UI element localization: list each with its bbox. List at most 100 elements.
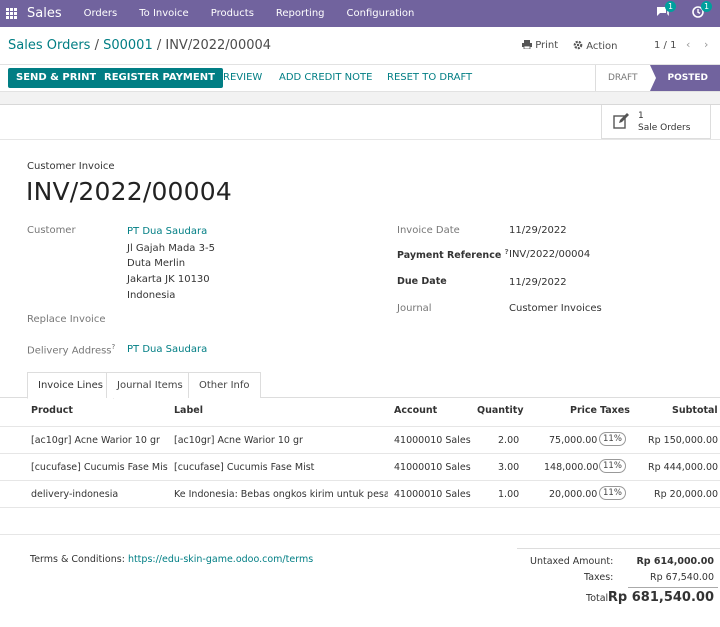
send-print-button[interactable]: SEND & PRINT xyxy=(8,68,105,88)
address-line: Jakarta JK 10130 xyxy=(127,274,210,285)
journal-label: Journal xyxy=(397,303,432,314)
row-label: [ac10gr] Acne Warior 10 gr xyxy=(174,435,303,446)
row-account: 41000010 Sales xyxy=(394,489,471,500)
payment-reference-label: Payment Reference ? xyxy=(397,248,509,262)
delivery-address-field[interactable]: PT Dua Saudara xyxy=(127,344,207,355)
untaxed-amount-label: Untaxed Amount: xyxy=(530,556,614,567)
chevron-right-icon[interactable]: › xyxy=(704,38,708,51)
activity-count-badge: 1 xyxy=(701,1,713,12)
col-product[interactable]: Product xyxy=(31,405,73,416)
row-subtotal: Rp 150,000.00 xyxy=(648,435,719,446)
control-panel: Sales Orders / S00001 / INV/2022/00004 P… xyxy=(0,27,720,65)
delivery-address-label: Delivery Address? xyxy=(27,343,116,357)
reset-to-draft-button[interactable]: RESET TO DRAFT xyxy=(379,68,480,88)
row-product: [ac10gr] Acne Warior 10 gr xyxy=(31,435,160,446)
breadcrumb-sep: / xyxy=(90,38,104,53)
address-line: Indonesia xyxy=(127,290,176,301)
sale-orders-smart-button[interactable]: 1 Sale Orders xyxy=(601,105,711,139)
document-type: Customer Invoice xyxy=(27,161,115,172)
table-row[interactable]: delivery-indonesia Ke Indonesia: Bebas o… xyxy=(0,480,720,507)
app-brand[interactable]: Sales xyxy=(27,6,62,21)
add-credit-note-button[interactable]: ADD CREDIT NOTE xyxy=(271,68,380,88)
preview-button[interactable]: PREVIEW xyxy=(209,68,270,88)
tax-badge: 11% xyxy=(599,432,626,446)
menu-reporting[interactable]: Reporting xyxy=(276,8,325,19)
row-quantity: 1.00 xyxy=(498,489,520,500)
table-divider xyxy=(0,534,720,535)
action-button[interactable]: Action xyxy=(573,40,618,52)
print-label: Print xyxy=(535,40,559,51)
breadcrumb-so[interactable]: S00001 xyxy=(103,38,153,53)
journal-field[interactable]: Customer Invoices xyxy=(509,303,602,314)
breadcrumb-sep: / xyxy=(152,38,166,53)
menu-to-invoice[interactable]: To Invoice xyxy=(139,8,188,19)
due-date-field[interactable]: 11/29/2022 xyxy=(509,277,567,288)
breadcrumb: Sales Orders / S00001 / INV/2022/00004 xyxy=(8,38,271,53)
due-date-label: Due Date xyxy=(397,276,447,287)
col-quantity[interactable]: Quantity xyxy=(477,405,524,416)
activity-button[interactable]: 1 xyxy=(692,1,713,21)
help-icon[interactable]: ? xyxy=(112,343,116,351)
col-taxes[interactable]: Taxes xyxy=(600,405,630,416)
breadcrumb-sales-orders[interactable]: Sales Orders xyxy=(8,38,90,53)
row-label: Ke Indonesia: Bebas ongkos kirim untuk p… xyxy=(174,489,388,500)
tab-journal-items[interactable]: Journal Items xyxy=(106,372,194,398)
invoice-date-label: Invoice Date xyxy=(397,225,460,236)
tab-invoice-lines[interactable]: Invoice Lines xyxy=(27,372,114,399)
row-label: [cucufase] Cucumis Fase Mist xyxy=(174,462,315,473)
replace-invoice-label: Replace Invoice xyxy=(27,314,106,325)
totals-divider xyxy=(517,548,720,549)
customer-field[interactable]: PT Dua Saudara xyxy=(127,226,207,237)
status-steps: DRAFT POSTED xyxy=(595,65,720,91)
breadcrumb-current: INV/2022/00004 xyxy=(165,38,272,53)
top-navbar: Sales Orders To Invoice Products Reporti… xyxy=(0,0,720,27)
row-account: 41000010 Sales xyxy=(394,435,471,446)
row-price: 20,000.00 xyxy=(549,489,598,500)
row-product: delivery-indonesia xyxy=(31,489,119,500)
row-product: [cucufase] Cucumis Fase Mist xyxy=(31,462,168,473)
payment-reference-field[interactable]: INV/2022/00004 xyxy=(509,249,590,260)
invoice-date-field[interactable]: 11/29/2022 xyxy=(509,225,567,236)
apps-menu-icon[interactable] xyxy=(6,7,18,20)
tax-badge: 11% xyxy=(599,459,626,473)
tab-other-info[interactable]: Other Info xyxy=(188,372,261,398)
menu-configuration[interactable]: Configuration xyxy=(347,8,415,19)
print-button[interactable]: Print xyxy=(522,40,558,51)
table-row[interactable]: [ac10gr] Acne Warior 10 gr [ac10gr] Acne… xyxy=(0,426,720,453)
row-account: 41000010 Sales xyxy=(394,462,471,473)
taxes-label: Taxes: xyxy=(584,572,614,583)
gear-icon xyxy=(573,40,583,50)
chat-button[interactable]: 1 xyxy=(656,1,677,21)
chevron-left-icon[interactable]: ‹ xyxy=(686,38,690,51)
total-value: Rp 681,540.00 xyxy=(607,590,714,605)
edit-document-icon xyxy=(613,113,629,129)
pager-value[interactable]: 1 / 1 xyxy=(654,40,676,51)
invoice-number: INV/2022/00004 xyxy=(26,177,232,206)
terms-label: Terms & Conditions: xyxy=(30,554,128,565)
menu-orders[interactable]: Orders xyxy=(84,8,118,19)
menu-products[interactable]: Products xyxy=(211,8,254,19)
row-subtotal: Rp 20,000.00 xyxy=(654,489,718,500)
untaxed-amount-value: Rp 614,000.00 xyxy=(636,556,714,567)
row-quantity: 2.00 xyxy=(498,435,520,446)
chat-count-badge: 1 xyxy=(665,1,677,12)
row-price: 75,000.00 xyxy=(549,435,598,446)
table-row[interactable]: [cucufase] Cucumis Fase Mist [cucufase] … xyxy=(0,453,720,480)
status-draft[interactable]: DRAFT xyxy=(596,65,650,91)
col-price[interactable]: Price xyxy=(570,405,597,416)
col-label[interactable]: Label xyxy=(174,405,203,416)
col-subtotal[interactable]: Subtotal xyxy=(672,405,718,416)
row-quantity: 3.00 xyxy=(498,462,520,473)
status-posted[interactable]: POSTED xyxy=(649,65,720,91)
register-payment-button[interactable]: REGISTER PAYMENT xyxy=(96,68,223,88)
table-divider xyxy=(0,507,720,508)
row-subtotal: Rp 444,000.00 xyxy=(648,462,719,473)
col-account[interactable]: Account xyxy=(394,405,437,416)
address-line: Duta Merlin xyxy=(127,258,186,269)
customer-label: Customer xyxy=(27,225,76,236)
action-label: Action xyxy=(586,41,618,52)
taxes-value: Rp 67,540.00 xyxy=(650,572,714,583)
terms-link[interactable]: https://edu-skin-game.odoo.com/terms xyxy=(128,554,313,565)
form-sheet: 1 Sale Orders Customer Invoice INV/2022/… xyxy=(0,104,720,627)
button-box-divider xyxy=(0,139,720,140)
